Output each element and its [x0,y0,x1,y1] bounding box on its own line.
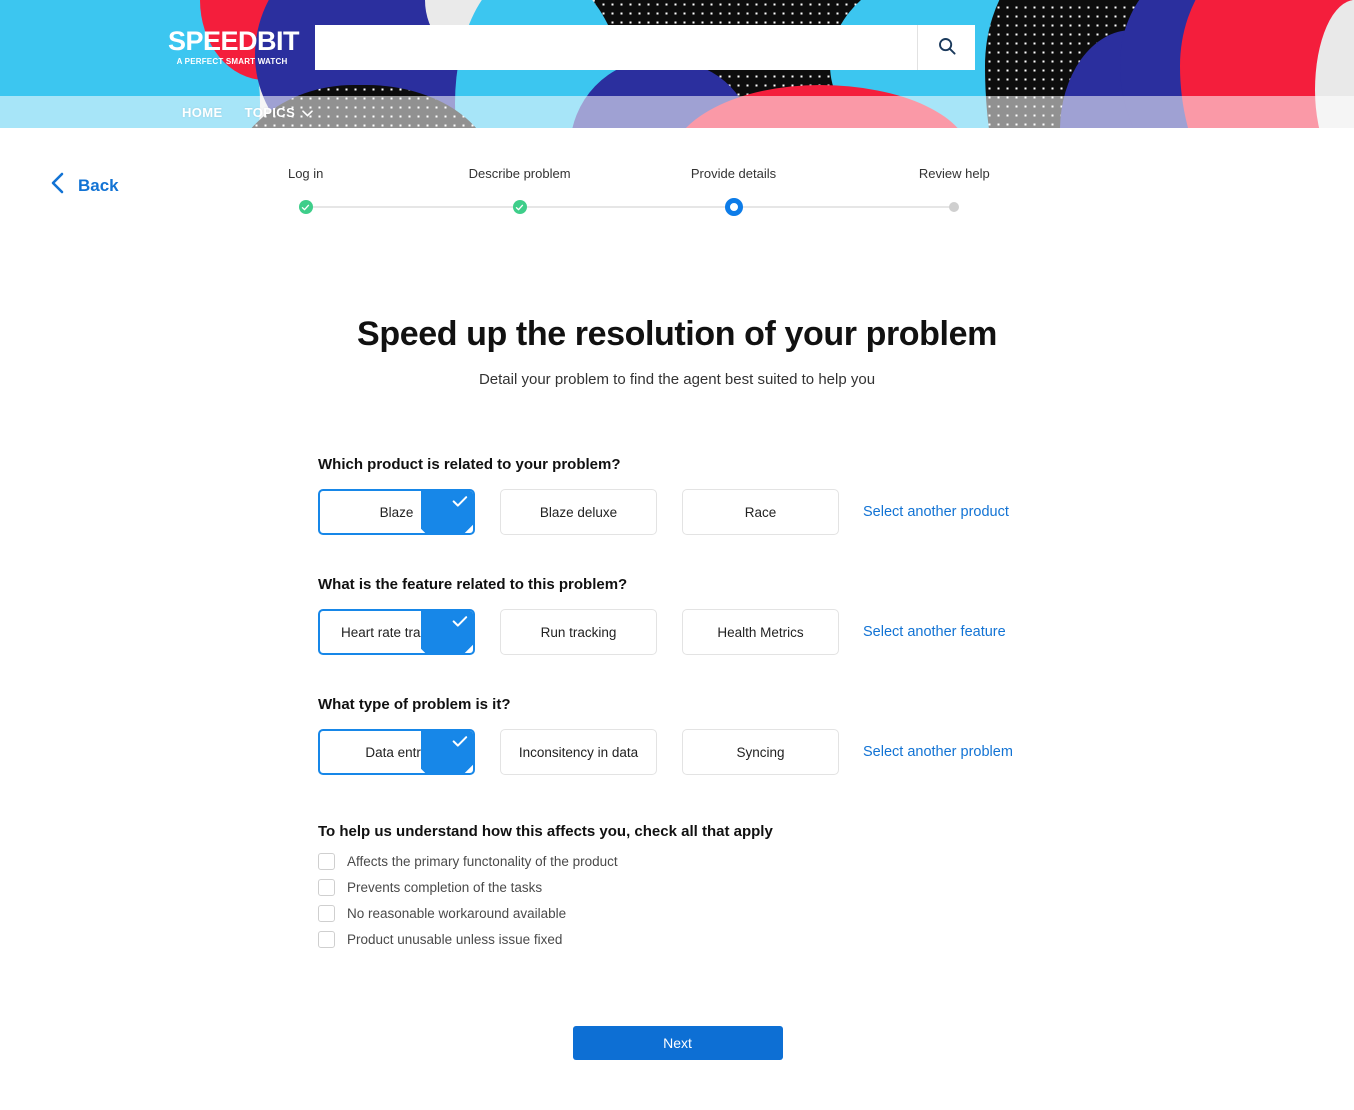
option-card-run-tracking[interactable]: Run tracking [500,609,657,655]
option-list-product: Blaze Blaze deluxe Race Select another p… [318,489,1037,535]
option-card-blaze-deluxe[interactable]: Blaze deluxe [500,489,657,535]
question-title-feature: What is the feature related to this prob… [318,576,628,593]
question-title-problem-type: What type of problem is it? [318,696,511,713]
checkbox-label-no-workaround: No reasonable workaround available [347,906,567,921]
option-card-data-entry[interactable]: Data entry [318,729,475,775]
nav-item-home[interactable]: HOME [182,105,223,120]
checkbox-label-primary-functionality: Affects the primary functonality of the … [347,854,618,869]
wizard-header: Back Log in Describe problem Provide det… [0,128,1354,228]
checkbox-product-unusable[interactable] [318,931,335,948]
option-list-feature: Heart rate tracking Run tracking Health … [318,609,1037,655]
select-another-product-link[interactable]: Select another product [863,504,1009,520]
option-card-syncing[interactable]: Syncing [682,729,839,775]
step-label-describe: Describe problem [468,166,571,181]
page-subtitle: Detail your problem to find the agent be… [478,371,876,388]
checkbox-row-product-unusable[interactable]: Product unusable unless issue fixed [318,931,1037,948]
next-button[interactable]: Next [572,1026,783,1060]
option-card-blaze[interactable]: Blaze [318,489,475,535]
primary-nav: HOME TOPICS [0,96,1354,128]
impact-checklist-title: To help us understand how this affects y… [318,823,773,840]
checkbox-no-workaround[interactable] [318,905,335,922]
search-input[interactable] [315,25,917,70]
checkbox-prevents-completion[interactable] [318,879,335,896]
nav-item-home-label: HOME [182,104,223,120]
question-title-product: Which product is related to your problem… [318,456,621,473]
back-button-label: Back [78,175,119,195]
select-another-problem-link[interactable]: Select another problem [863,744,1013,760]
logo-tagline: A PERFECT SMART WATCH [176,57,288,66]
step-marker-describe[interactable] [512,200,527,214]
option-card-data-entry-label: Data entry [365,744,428,760]
step-marker-details[interactable] [724,198,743,216]
form-actions: Next [318,1026,1037,1060]
stepper-track [285,198,975,216]
option-card-run-tracking-label: Run tracking [540,624,617,640]
chevron-left-icon [50,172,66,199]
checkbox-label-product-unusable: Product unusable unless issue fixed [347,932,563,947]
step-marker-review[interactable] [949,202,960,212]
checkbox-row-no-workaround[interactable]: No reasonable workaround available [318,905,1037,922]
option-card-blaze-deluxe-label: Blaze deluxe [539,504,618,520]
checkbox-row-prevents-completion[interactable]: Prevents completion of the tasks [318,879,1037,896]
option-card-blaze-label: Blaze [379,504,414,520]
option-card-heart-rate-tracking-label: Heart rate tracking [340,624,453,640]
option-card-health-metrics[interactable]: Health Metrics [682,609,839,655]
search-icon [937,36,957,59]
option-list-problem-type: Data entry Inconsitency in data Syncing … [318,729,1037,775]
back-button[interactable]: Back [50,172,119,199]
details-form: Which product is related to your problem… [317,456,1037,1060]
selected-check-icon [421,491,473,533]
chevron-down-icon [302,105,313,120]
logo-wordmark: SPEEDBIT [168,26,300,56]
select-another-feature-link[interactable]: Select another feature [863,624,1006,640]
step-label-details: Provide details [690,166,777,181]
question-block-problem-type: What type of problem is it? Data entry I… [318,696,1037,775]
nav-item-topics[interactable]: TOPICS [245,105,314,120]
check-icon [301,204,310,210]
stepper-labels: Log in Describe problem Provide details … [285,166,990,184]
option-card-race-label: Race [744,504,777,520]
option-card-inconsistency-in-data[interactable]: Inconsitency in data [500,729,657,775]
check-icon [515,204,524,210]
page-title: Speed up the resolution of your problem [357,315,997,353]
option-card-health-metrics-label: Health Metrics [717,624,804,640]
checkbox-label-prevents-completion: Prevents completion of the tasks [347,880,543,895]
stepper-line [305,206,955,208]
question-block-product: Which product is related to your problem… [318,456,1037,535]
option-card-race[interactable]: Race [682,489,839,535]
progress-stepper: Log in Describe problem Provide details … [285,166,990,216]
step-marker-login[interactable] [298,200,313,214]
option-card-heart-rate-tracking[interactable]: Heart rate tracking [318,609,475,655]
question-block-feature: What is the feature related to this prob… [318,576,1037,655]
impact-checklist: To help us understand how this affects y… [318,823,1037,948]
checkbox-row-primary-functionality[interactable]: Affects the primary functonality of the … [318,853,1037,870]
site-logo[interactable]: SPEEDBIT A PERFECT SMART WATCH [168,26,300,66]
option-card-syncing-label: Syncing [736,744,785,760]
step-label-review: Review help [918,166,990,181]
search-button[interactable] [917,25,975,70]
step-label-login: Log in [287,166,324,181]
selected-check-icon [421,731,473,773]
search-bar [315,25,975,70]
nav-item-topics-label: TOPICS [244,104,296,120]
checkbox-primary-functionality[interactable] [318,853,335,870]
site-header-banner: SPEEDBIT A PERFECT SMART WATCH HOME TOPI… [0,0,1354,128]
option-card-inconsistency-in-data-label: Inconsitency in data [518,744,639,760]
